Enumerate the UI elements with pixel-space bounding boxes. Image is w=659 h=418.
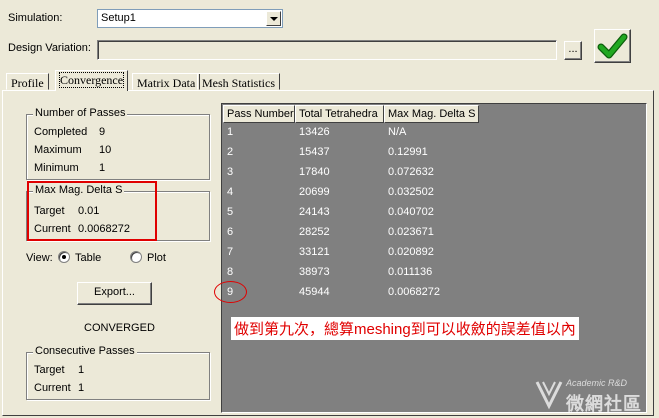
table-row[interactable]: 7 33121 0.020892 bbox=[223, 243, 645, 263]
simulation-label: Simulation: bbox=[8, 12, 63, 24]
pass-number-cell: 5 bbox=[227, 206, 234, 218]
tab-profile[interactable]: Profile bbox=[6, 73, 49, 90]
pass-number-cell: 4 bbox=[227, 186, 234, 198]
table-row[interactable]: 4 20699 0.032502 bbox=[223, 183, 645, 203]
total-tetrahedra-cell: 45944 bbox=[299, 286, 330, 298]
maximum-label: Maximum bbox=[34, 144, 82, 156]
total-tetrahedra-cell: 33121 bbox=[299, 246, 330, 258]
watermark-line2: 微網社區 bbox=[566, 394, 642, 414]
pass-number-cell: 8 bbox=[227, 266, 234, 278]
total-tetrahedra-cell: 24143 bbox=[299, 206, 330, 218]
table-row[interactable]: 6 28252 0.023671 bbox=[223, 223, 645, 243]
completed-label: Completed bbox=[34, 126, 88, 138]
watermark-logo-icon bbox=[535, 381, 563, 410]
view-plot-radio[interactable] bbox=[130, 251, 142, 263]
consecutive-current-label: Current bbox=[34, 382, 71, 394]
max-mag-delta-s-cell: 0.12991 bbox=[388, 146, 428, 158]
browse-button[interactable]: ... bbox=[564, 41, 582, 60]
tab-label: Profile bbox=[11, 76, 44, 90]
table-row[interactable]: 1 13426 N/A bbox=[223, 123, 645, 143]
pass-number-cell: 7 bbox=[227, 246, 234, 258]
consecutive-target-value: 1 bbox=[78, 364, 85, 376]
tab-label: Matrix Data bbox=[137, 76, 196, 90]
view-plot-label: Plot bbox=[147, 252, 166, 264]
maximum-value: 10 bbox=[99, 144, 112, 156]
max-mag-delta-s-cell: 0.020892 bbox=[388, 246, 434, 258]
max-mag-delta-s-cell: 0.0068272 bbox=[388, 286, 440, 298]
design-variation-label: Design Variation: bbox=[8, 42, 91, 54]
table-row[interactable]: 8 38973 0.011136 bbox=[223, 263, 645, 283]
convergence-status: CONVERGED bbox=[84, 322, 155, 334]
table-row[interactable]: 5 24143 0.040702 bbox=[223, 203, 645, 223]
max-mag-delta-s-cell: 0.040702 bbox=[388, 206, 434, 218]
table-row[interactable]: 3 17840 0.072632 bbox=[223, 163, 645, 183]
total-tetrahedra-cell: 38973 bbox=[299, 266, 330, 278]
chevron-down-icon[interactable] bbox=[266, 11, 281, 26]
total-tetrahedra-cell: 13426 bbox=[299, 126, 330, 138]
convergence-table[interactable]: Pass Number Total Tetrahedra Max Mag. De… bbox=[221, 103, 647, 413]
group-title: Consecutive Passes bbox=[33, 345, 137, 357]
pass-number-cell: 1 bbox=[227, 126, 234, 138]
view-table-radio[interactable] bbox=[58, 251, 70, 263]
column-header-pass-number[interactable]: Pass Number bbox=[223, 105, 295, 123]
max-mag-delta-s-cell: 0.023671 bbox=[388, 226, 434, 238]
pass-number-cell: 6 bbox=[227, 226, 234, 238]
green-checkmark-icon bbox=[597, 33, 628, 59]
annotation-note: 做到第九次，總算meshing到可以收斂的誤差值以內 bbox=[231, 317, 579, 340]
tab-label: Mesh Statistics bbox=[202, 76, 276, 90]
view-table-label: Table bbox=[75, 252, 102, 264]
total-tetrahedra-cell: 15437 bbox=[299, 146, 330, 158]
watermark-line1: Academic R&D bbox=[566, 378, 628, 388]
completed-value: 9 bbox=[99, 126, 106, 138]
highlight-box bbox=[27, 181, 157, 241]
max-mag-delta-s-cell: 0.072632 bbox=[388, 166, 434, 178]
column-header-max-mag-delta-s[interactable]: Max Mag. Delta S bbox=[384, 105, 479, 123]
export-button[interactable]: Export... bbox=[77, 282, 152, 305]
highlight-circle bbox=[214, 281, 247, 303]
consecutive-target-label: Target bbox=[34, 364, 65, 376]
minimum-value: 1 bbox=[99, 162, 106, 174]
total-tetrahedra-cell: 17840 bbox=[299, 166, 330, 178]
simulation-select-value: Setup1 bbox=[101, 12, 136, 24]
total-tetrahedra-cell: 20699 bbox=[299, 186, 330, 198]
max-mag-delta-s-cell: N/A bbox=[388, 126, 407, 138]
table-row[interactable]: 2 15437 0.12991 bbox=[223, 143, 645, 163]
consecutive-current-value: 1 bbox=[78, 382, 85, 394]
simulation-select[interactable]: Setup1 bbox=[97, 9, 283, 28]
max-mag-delta-s-cell: 0.032502 bbox=[388, 186, 434, 198]
view-label: View: bbox=[26, 252, 53, 264]
group-title: Number of Passes bbox=[33, 107, 128, 119]
design-variation-field[interactable] bbox=[97, 40, 557, 60]
tab-convergence[interactable]: Convergence bbox=[55, 70, 129, 91]
max-mag-delta-s-cell: 0.011136 bbox=[388, 266, 433, 278]
pass-number-cell: 2 bbox=[227, 146, 234, 158]
total-tetrahedra-cell: 28252 bbox=[299, 226, 330, 238]
tab-label: Convergence bbox=[58, 72, 125, 88]
ok-button[interactable] bbox=[594, 29, 631, 63]
tab-matrix-data[interactable]: Matrix Data bbox=[132, 73, 201, 90]
tab-mesh-statistics[interactable]: Mesh Statistics bbox=[197, 73, 281, 90]
minimum-label: Minimum bbox=[34, 162, 79, 174]
pass-number-cell: 3 bbox=[227, 166, 234, 178]
table-row[interactable]: 9 45944 0.0068272 bbox=[223, 283, 645, 303]
column-header-total-tetrahedra[interactable]: Total Tetrahedra bbox=[295, 105, 384, 123]
